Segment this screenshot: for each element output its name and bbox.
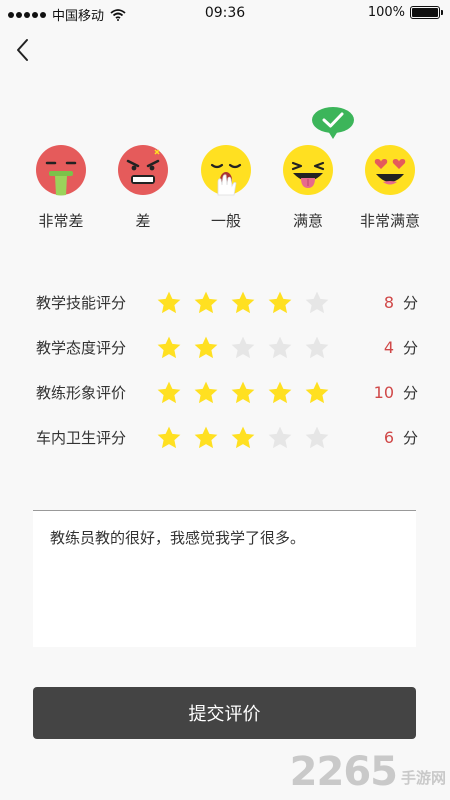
rating-unit: 分 — [402, 384, 418, 402]
star-filled-icon[interactable] — [156, 290, 182, 316]
submit-review-button[interactable]: 提交评价 — [33, 687, 416, 739]
rating-score: 4 — [383, 338, 394, 357]
mood-very-bad[interactable]: 非常差 — [21, 144, 101, 231]
star-rating — [156, 380, 330, 406]
check-bubble-icon — [312, 107, 354, 139]
mood-label: 非常满意 — [359, 212, 420, 230]
rating-row: 教学技能评分 8 分 — [36, 280, 420, 325]
star-empty-icon[interactable] — [304, 290, 330, 316]
star-filled-icon[interactable] — [230, 425, 256, 451]
rating-label: 教练形象评价 — [36, 384, 127, 402]
mood-selector: 非常差 差 一般 满意 非常满意 — [0, 106, 450, 236]
yawning-face-icon — [201, 145, 251, 196]
rating-label: 车内卫生评分 — [36, 429, 127, 447]
comment-textarea[interactable]: 教练员教的很好，我感觉我学了很多。 — [33, 510, 416, 647]
rating-row: 教学态度评分 4 分 — [36, 325, 420, 370]
star-filled-icon[interactable] — [267, 380, 293, 406]
star-filled-icon[interactable] — [156, 335, 182, 361]
watermark-text: 手游网 — [400, 769, 446, 787]
watermark-logo: 2265 手游网 — [290, 752, 446, 792]
rating-unit: 分 — [402, 294, 418, 312]
star-filled-icon[interactable] — [193, 380, 219, 406]
star-empty-icon[interactable] — [267, 425, 293, 451]
mood-label: 非常差 — [38, 212, 84, 230]
rating-score: 8 — [383, 293, 394, 312]
star-rating — [156, 425, 330, 451]
star-filled-icon[interactable] — [193, 290, 219, 316]
star-empty-icon[interactable] — [304, 425, 330, 451]
star-empty-icon[interactable] — [267, 335, 293, 361]
rating-label: 教学技能评分 — [36, 294, 127, 312]
mood-bad[interactable]: 差 — [103, 144, 183, 231]
rating-row: 车内卫生评分 6 分 — [36, 415, 420, 460]
star-filled-icon[interactable] — [230, 380, 256, 406]
star-rating — [156, 290, 330, 316]
tongue-out-face-icon — [283, 145, 333, 195]
mood-satisfied[interactable]: 满意 — [268, 144, 348, 231]
mood-label: 一般 — [210, 212, 241, 230]
status-bar: 中国移动 09:36 100% — [0, 0, 450, 26]
status-right: 100% — [367, 5, 443, 20]
mood-label: 差 — [135, 212, 151, 230]
rating-label: 教学态度评分 — [36, 339, 127, 357]
rating-list: 教学技能评分 8 分 教学态度评分 4 分 教练形象评价 10 分 车内卫生评分… — [36, 280, 420, 460]
battery-percent: 100% — [367, 5, 405, 20]
star-rating — [156, 335, 330, 361]
rating-score: 6 — [383, 428, 394, 447]
mood-very-satisfied[interactable]: 非常满意 — [350, 144, 430, 231]
star-filled-icon[interactable] — [193, 335, 219, 361]
disgusted-face-icon — [36, 145, 86, 196]
star-filled-icon[interactable] — [156, 380, 182, 406]
rating-unit: 分 — [402, 339, 418, 357]
mood-average[interactable]: 一般 — [186, 144, 266, 231]
chevron-left-icon — [17, 39, 28, 61]
star-filled-icon[interactable] — [304, 380, 330, 406]
star-filled-icon[interactable] — [156, 425, 182, 451]
star-filled-icon[interactable] — [230, 290, 256, 316]
watermark-number: 2265 — [289, 749, 398, 795]
battery-icon — [410, 6, 443, 19]
rating-unit: 分 — [402, 429, 418, 447]
rating-score: 10 — [373, 383, 394, 402]
star-filled-icon[interactable] — [193, 425, 219, 451]
angry-face-icon — [118, 145, 168, 195]
rating-row: 教练形象评价 10 分 — [36, 370, 420, 415]
star-empty-icon[interactable] — [304, 335, 330, 361]
heart-eyes-face-icon — [365, 145, 415, 195]
star-filled-icon[interactable] — [267, 290, 293, 316]
mood-label: 满意 — [292, 212, 323, 230]
star-empty-icon[interactable] — [230, 335, 256, 361]
back-button[interactable] — [10, 36, 38, 64]
